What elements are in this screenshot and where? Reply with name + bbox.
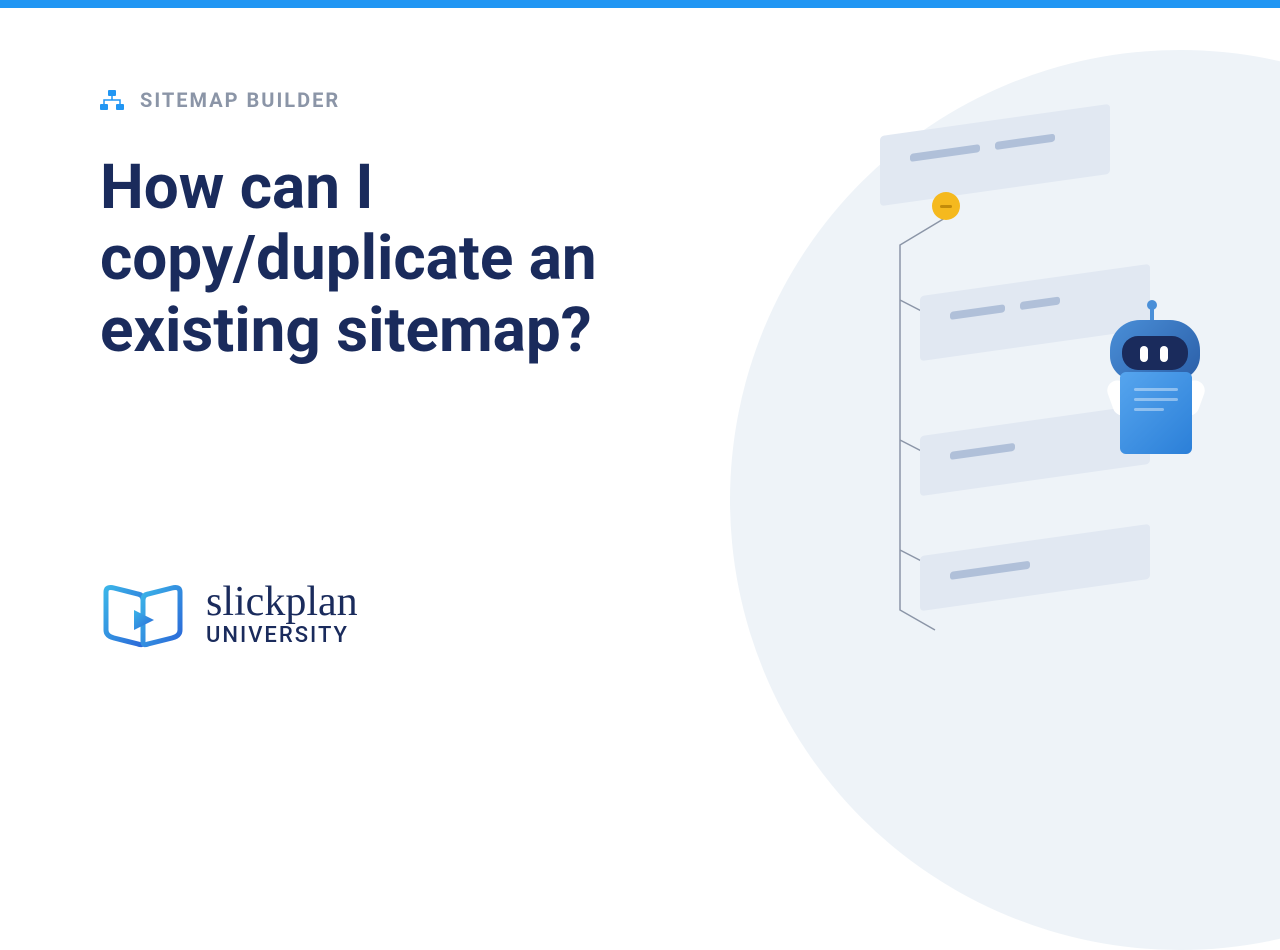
brand-logo: slickplan UNIVERSITY (100, 582, 358, 650)
category-label: SITEMAP BUILDER (140, 88, 340, 112)
book-play-icon (100, 582, 186, 650)
top-accent-bar (0, 0, 1280, 8)
sitemap-illustration (800, 100, 1220, 660)
brand-subtitle: UNIVERSITY (206, 623, 358, 648)
connector-node-icon (932, 192, 960, 220)
page-title: How can I copy/duplicate an existing sit… (100, 152, 800, 366)
sitemap-icon (100, 90, 124, 110)
brand-name: slickplan (206, 584, 358, 622)
robot-mascot-icon (1090, 320, 1220, 470)
